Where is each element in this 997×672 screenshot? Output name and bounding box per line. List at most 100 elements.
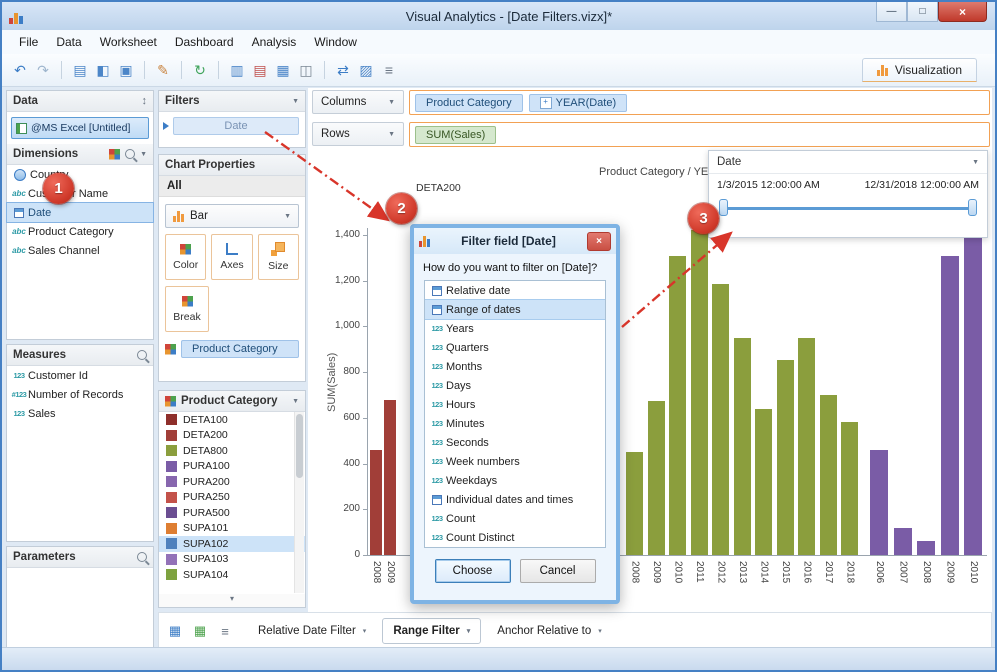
pill-product-category[interactable]: Product Category	[415, 94, 523, 112]
pill-sum-sales[interactable]: SUM(Sales)	[415, 126, 496, 144]
bar-2016[interactable]	[798, 338, 815, 555]
bar-2010[interactable]	[964, 237, 982, 555]
add-matrix-icon[interactable]: ▦	[273, 60, 293, 80]
tab-range-filter[interactable]: Range Filter▾	[382, 618, 481, 644]
bar-2009[interactable]	[941, 256, 959, 555]
date-range-slider[interactable]	[719, 195, 977, 223]
cancel-button[interactable]: Cancel	[520, 559, 596, 583]
legend-item-deta200[interactable]: DETA200	[159, 428, 305, 444]
close-button[interactable]: ×	[938, 2, 987, 22]
bar-2007[interactable]	[894, 528, 912, 555]
search-icon[interactable]	[125, 149, 135, 159]
dialog-option-hours[interactable]: 123Hours	[425, 395, 605, 414]
save-icon[interactable]: ▣	[116, 60, 136, 80]
field-item-sales[interactable]: 123Sales	[7, 404, 153, 423]
size-button[interactable]: Size	[258, 234, 299, 280]
add-worksheet-icon[interactable]: ▦	[166, 622, 184, 640]
new-worksheet-icon[interactable]: ▤	[70, 60, 90, 80]
dialog-option-relative-date[interactable]: Relative date	[425, 281, 605, 300]
bar-deta200-2008[interactable]	[370, 450, 382, 555]
bar-2012[interactable]	[712, 284, 729, 555]
rows-shelf-button[interactable]: Rows ▼	[312, 122, 404, 146]
undo-icon[interactable]: ↶	[10, 60, 30, 80]
swap-axes-icon[interactable]: ⇄	[333, 60, 353, 80]
field-item-product-category[interactable]: abcProduct Category	[7, 222, 153, 241]
chevron-down-icon[interactable]: ▼	[292, 98, 299, 105]
color-by-pill[interactable]: Product Category	[181, 340, 299, 358]
chevron-down-icon[interactable]: ▾	[598, 627, 602, 635]
sort-fields-icon[interactable]: ↕	[142, 95, 148, 107]
bar-2018[interactable]	[841, 422, 858, 555]
menu-worksheet[interactable]: Worksheet	[91, 32, 166, 52]
legend-item-deta100[interactable]: DETA100	[159, 412, 305, 428]
chevron-down-icon[interactable]: ▼	[292, 398, 299, 405]
dialog-option-count[interactable]: 123Count	[425, 509, 605, 528]
excel-connection[interactable]: @MS Excel [Untitled]	[11, 117, 149, 139]
legend-item-pura200[interactable]: PURA200	[159, 474, 305, 490]
filter-pill-date[interactable]: Date	[173, 117, 299, 135]
refresh-icon[interactable]: ↻	[190, 60, 210, 80]
worksheet-list-icon[interactable]: ≡	[216, 622, 234, 640]
chevron-down-icon[interactable]: ▾	[467, 627, 471, 635]
menu-analysis[interactable]: Analysis	[243, 32, 306, 52]
axes-button[interactable]: Axes	[211, 234, 252, 280]
dialog-option-seconds[interactable]: 123Seconds	[425, 433, 605, 452]
bar-2011[interactable]	[691, 230, 708, 555]
menu-file[interactable]: File	[10, 32, 47, 52]
dialog-option-quarters[interactable]: 123Quarters	[425, 338, 605, 357]
bar-2010[interactable]	[669, 256, 686, 555]
legend-scroll-more[interactable]: ▾	[159, 594, 305, 607]
add-dashboard-icon[interactable]: ▦	[191, 622, 209, 640]
dialog-close-button[interactable]: ×	[587, 232, 611, 251]
bar-2008[interactable]	[917, 541, 935, 555]
menu-data[interactable]: Data	[47, 32, 90, 52]
legend-item-pura500[interactable]: PURA500	[159, 505, 305, 521]
dialog-option-years[interactable]: 123Years	[425, 319, 605, 338]
bar-2017[interactable]	[820, 395, 837, 555]
choose-button[interactable]: Choose	[435, 559, 511, 583]
show-list-icon[interactable]: ≡	[379, 60, 399, 80]
field-item-customer-id[interactable]: 123Customer Id	[7, 366, 153, 385]
format-icon[interactable]: ✎	[153, 60, 173, 80]
chevron-down-icon[interactable]: ▼	[972, 159, 979, 166]
minimize-button[interactable]: —	[876, 2, 907, 22]
dialog-option-week-numbers[interactable]: 123Week numbers	[425, 452, 605, 471]
bar-2013[interactable]	[734, 338, 751, 555]
sort-bars-icon[interactable]: ▨	[356, 60, 376, 80]
columns-shelf-button[interactable]: Columns ▼	[312, 90, 404, 114]
legend-item-supa102[interactable]: SUPA102	[159, 536, 305, 552]
legend-item-supa104[interactable]: SUPA104	[159, 567, 305, 583]
maximize-button[interactable]: □	[907, 2, 938, 22]
dialog-option-count-distinct[interactable]: 123Count Distinct	[425, 528, 605, 547]
dialog-option-months[interactable]: 123Months	[425, 357, 605, 376]
bar-2006[interactable]	[870, 450, 888, 555]
legend-item-pura100[interactable]: PURA100	[159, 459, 305, 475]
tab-anchor-relative-to[interactable]: Anchor Relative to▾	[487, 619, 611, 643]
export-icon[interactable]: ◧	[93, 60, 113, 80]
menu-window[interactable]: Window	[305, 32, 366, 52]
chart-type-select[interactable]: Bar ▼	[165, 204, 299, 228]
field-item-customer-name[interactable]: abcCustomer Name	[7, 184, 153, 203]
add-row-chart-icon[interactable]: ▤	[250, 60, 270, 80]
field-item-sales-channel[interactable]: abcSales Channel	[7, 241, 153, 260]
menu-dashboard[interactable]: Dashboard	[166, 32, 243, 52]
expand-year-icon[interactable]: +	[540, 97, 552, 109]
bar-deta200-2009[interactable]	[384, 400, 396, 555]
bar-2008[interactable]	[626, 452, 643, 555]
chevron-down-icon[interactable]: ▾	[363, 627, 367, 635]
dialog-option-individual-dates-and-times[interactable]: Individual dates and times	[425, 490, 605, 509]
legend-item-supa103[interactable]: SUPA103	[159, 552, 305, 568]
add-pivot-icon[interactable]: ◫	[296, 60, 316, 80]
visualization-tab[interactable]: Visualization	[862, 58, 977, 82]
dialog-option-days[interactable]: 123Days	[425, 376, 605, 395]
color-button[interactable]: Color	[165, 234, 206, 280]
slider-left-handle[interactable]	[719, 199, 728, 216]
add-column-chart-icon[interactable]: ▥	[227, 60, 247, 80]
expand-filter-icon[interactable]	[163, 122, 169, 130]
pill-year-date[interactable]: +YEAR(Date)	[529, 94, 628, 112]
break-button[interactable]: Break	[165, 286, 209, 332]
legend-scrollbar[interactable]	[294, 412, 304, 593]
bar-2014[interactable]	[755, 409, 772, 555]
field-item-number-of-records[interactable]: #123Number of Records	[7, 385, 153, 404]
chevron-down-icon[interactable]: ▼	[140, 151, 147, 158]
